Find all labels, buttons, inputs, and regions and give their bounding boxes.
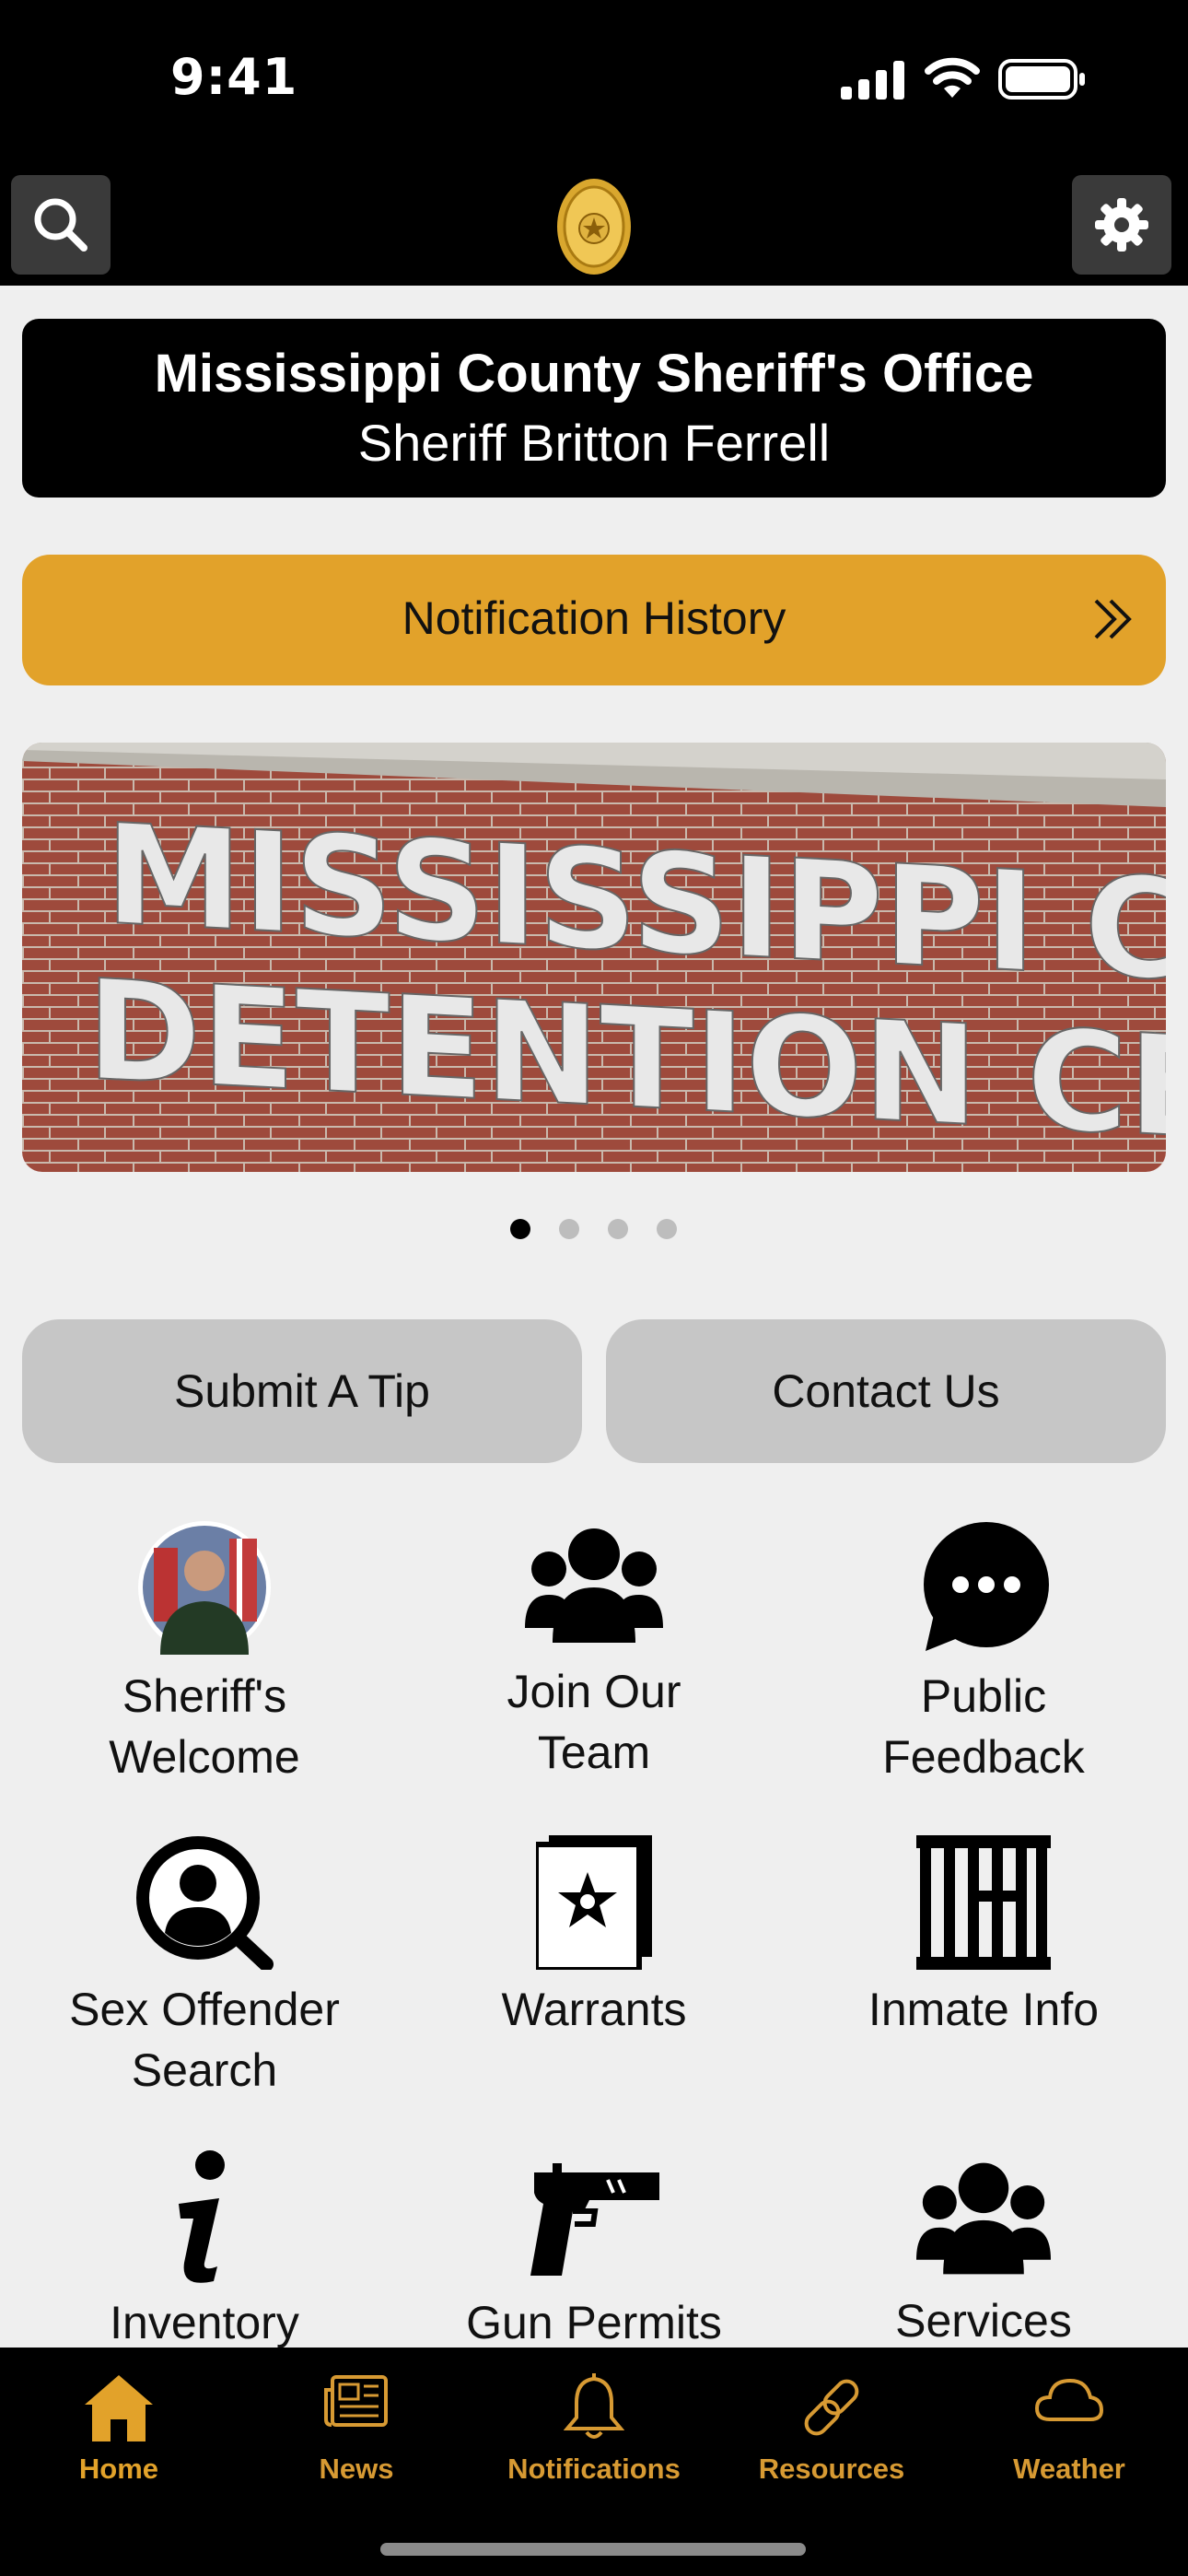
app-header [0, 175, 1188, 286]
grid-item-sheriffs-welcome[interactable]: Sheriff's Welcome [11, 1520, 398, 1787]
grid-label: Feedback [882, 1731, 1085, 1783]
carousel-banner-image[interactable]: MISSISSIPPI COUNTY DETENTION CENTER [22, 743, 1166, 1172]
grid-label: Team [537, 1727, 651, 1778]
gear-icon [1095, 198, 1148, 252]
tab-home[interactable]: Home [0, 2348, 238, 2532]
grid-item-public-feedback[interactable]: Public Feedback [790, 1522, 1177, 1787]
tab-label: Notifications [507, 2453, 681, 2485]
battery-icon [998, 59, 1085, 100]
carousel-dot-4[interactable] [657, 1219, 677, 1239]
jail-cell-icon [916, 1835, 1051, 1970]
tab-label: Resources [758, 2453, 905, 2485]
link-icon [804, 2379, 859, 2436]
tab-resources[interactable]: Resources [713, 2348, 950, 2532]
grid-label: Inventory [110, 2297, 299, 2348]
cloud-icon [1034, 2378, 1104, 2421]
grid-item-services[interactable]: Services [790, 2158, 1177, 2351]
carousel-dot-2[interactable] [559, 1219, 579, 1239]
grid-item-warrants[interactable]: Warrants [401, 1835, 787, 2040]
grid-item-inmate-info[interactable]: Inmate Info [790, 1835, 1177, 2040]
grid-label: Sheriff's [122, 1670, 287, 1722]
status-time: 9:41 [170, 48, 298, 106]
grid-label: Warrants [501, 1984, 687, 2035]
tab-weather[interactable]: Weather [950, 2348, 1188, 2532]
chat-bubble-icon [924, 1522, 1049, 1651]
notification-history-label: Notification History [402, 592, 786, 644]
info-icon [179, 2150, 225, 2283]
gun-icon [530, 2163, 659, 2276]
grid-label: Services [895, 2295, 1072, 2347]
carousel-dot-1[interactable] [510, 1219, 530, 1239]
tab-notifications[interactable]: Notifications [475, 2348, 713, 2532]
warrant-badge-icon [536, 1835, 652, 1970]
sheriff-name: Sheriff Britton Ferrell [357, 414, 831, 472]
group-icon [525, 1528, 663, 1643]
contact-us-button[interactable]: Contact Us [606, 1319, 1166, 1463]
home-icon [85, 2375, 153, 2441]
grid-label: Welcome [109, 1731, 300, 1783]
carousel-dot-3[interactable] [608, 1219, 628, 1239]
bell-icon [564, 2373, 624, 2439]
double-chevron-right-icon [1094, 599, 1132, 639]
grid-label: Join Our [507, 1666, 681, 1717]
status-bar: 9:41 [0, 0, 1188, 175]
agency-title-card: Mississippi County Sheriff's Office Sher… [22, 319, 1166, 498]
bottom-tab-bar: Home News Notifications Resources Weathe… [0, 2348, 1188, 2576]
sheriff-badge-logo [557, 179, 631, 275]
person-search-icon [136, 1836, 274, 1970]
grid-label: Public [920, 1670, 1047, 1722]
group-icon [916, 2162, 1051, 2275]
cellular-signal-icon [841, 61, 904, 100]
tab-label: Weather [1013, 2453, 1125, 2485]
search-button[interactable] [11, 175, 111, 275]
grid-label: Inmate Info [868, 1984, 1100, 2035]
grid-item-gun-permits[interactable]: Gun Permits [401, 2163, 787, 2353]
tab-label: News [319, 2453, 394, 2485]
newspaper-icon [324, 2375, 388, 2427]
notification-history-button[interactable]: Notification History [22, 555, 1166, 685]
agency-title: Mississippi County Sheriff's Office [154, 344, 1034, 404]
tab-label: Home [78, 2453, 159, 2485]
grid-label: Gun Permits [466, 2297, 722, 2348]
submit-tip-button[interactable]: Submit A Tip [22, 1319, 582, 1463]
grid-item-inventory[interactable]: Inventory [11, 2150, 398, 2353]
home-indicator [380, 2543, 806, 2556]
grid-item-sex-offender-search[interactable]: Sex Offender Search [11, 1835, 398, 2101]
tab-news[interactable]: News [238, 2348, 475, 2532]
settings-button[interactable] [1072, 175, 1171, 275]
detention-center-photo: MISSISSIPPI COUNTY DETENTION CENTER [22, 743, 1166, 1172]
grid-label: Search [131, 2044, 278, 2096]
wifi-icon [925, 57, 980, 98]
grid-label: Sex Offender [69, 1984, 340, 2035]
search-icon [34, 198, 87, 252]
grid-item-join-our-team[interactable]: Join Our Team [401, 1525, 787, 1783]
sheriff-photo-avatar [138, 1521, 271, 1655]
